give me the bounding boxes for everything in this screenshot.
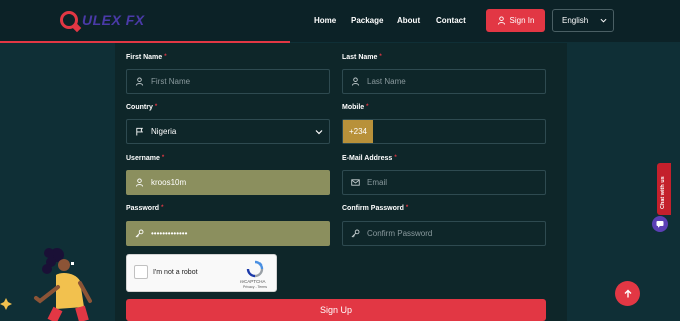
nav-package[interactable]: Package: [351, 16, 383, 25]
sign-in-label: Sign In: [509, 16, 535, 25]
email-label: E-Mail Address *: [342, 155, 397, 162]
sign-up-button[interactable]: Sign Up: [126, 299, 546, 321]
required-mark: *: [161, 205, 164, 211]
dial-code-prefix: +234: [343, 120, 373, 143]
required-mark: *: [405, 205, 409, 211]
user-icon: [351, 77, 360, 86]
chat-with-us-tab[interactable]: Chat with us: [657, 163, 671, 215]
required-mark: *: [366, 104, 369, 110]
chat-tab-label: Chat with us: [660, 176, 666, 209]
chat-icon: [656, 221, 664, 228]
required-mark: *: [164, 54, 167, 60]
chevron-down-icon: [315, 130, 323, 135]
recaptcha-terms-link[interactable]: Privacy - Terms: [243, 285, 267, 289]
username-label: Username *: [126, 155, 164, 162]
key-icon: [135, 229, 144, 238]
language-value: English: [562, 16, 589, 25]
username-label-text: Username: [126, 155, 160, 162]
password-value: •••••••••••••: [151, 229, 188, 238]
email-field[interactable]: Email: [342, 170, 546, 195]
logo-text: ULEX FX: [82, 12, 145, 28]
recaptcha-checkbox[interactable]: [134, 265, 148, 279]
first-name-placeholder: First Name: [151, 77, 191, 86]
email-label-text: E-Mail Address: [342, 155, 393, 162]
nav-contact[interactable]: Contact: [436, 16, 466, 25]
nav-home[interactable]: Home: [314, 16, 336, 25]
user-icon: [135, 178, 144, 187]
confirm-password-placeholder: Confirm Password: [367, 229, 433, 238]
sign-up-label: Sign Up: [319, 305, 353, 315]
username-value: kroos10m: [151, 178, 187, 187]
logo-icon: [60, 11, 78, 29]
password-label-text: Password: [126, 205, 160, 212]
mobile-label-text: Mobile: [342, 104, 365, 111]
recaptcha-logo-icon: [246, 260, 264, 278]
password-field[interactable]: •••••••••••••: [126, 221, 330, 246]
mobile-label: Mobile *: [342, 104, 369, 111]
last-name-placeholder: Last Name: [367, 77, 406, 86]
last-name-label: Last Name *: [342, 54, 382, 61]
chat-bubble-button[interactable]: [652, 216, 668, 232]
country-value: Nigeria: [151, 127, 177, 136]
last-name-field[interactable]: Last Name: [342, 69, 546, 94]
user-icon: [135, 77, 144, 86]
flag-icon: [136, 127, 143, 136]
nav-about[interactable]: About: [397, 16, 420, 25]
confirm-password-field[interactable]: Confirm Password: [342, 221, 546, 246]
recaptcha-label: I'm not a robot: [153, 269, 198, 276]
email-placeholder: Email: [367, 178, 388, 187]
first-name-field[interactable]: First Name: [126, 69, 330, 94]
arrow-up-icon: [624, 289, 631, 297]
country-select[interactable]: Nigeria: [126, 119, 330, 144]
confirm-password-label: Confirm Password *: [342, 205, 408, 212]
language-select[interactable]: English: [552, 9, 614, 32]
site-logo[interactable]: ULEX FX: [60, 11, 145, 29]
envelope-icon: [351, 179, 360, 186]
username-field[interactable]: kroos10m: [126, 170, 330, 195]
scroll-to-top-button[interactable]: [615, 281, 640, 306]
last-name-label-text: Last Name: [342, 54, 378, 61]
confirm-password-label-text: Confirm Password: [342, 205, 404, 212]
user-icon: [497, 16, 505, 25]
required-mark: *: [161, 155, 165, 161]
recaptcha-brand: reCAPTCHA: [240, 279, 266, 284]
country-label: Country *: [126, 104, 157, 111]
first-name-label: First Name *: [126, 54, 167, 61]
recaptcha-widget: I'm not a robot reCAPTCHA Privacy - Term…: [126, 254, 277, 292]
key-icon: [351, 229, 360, 238]
country-label-text: Country: [126, 104, 153, 111]
required-mark: *: [379, 54, 382, 60]
sign-in-button[interactable]: Sign In: [486, 9, 545, 32]
password-label: Password *: [126, 205, 163, 212]
chevron-down-icon: [600, 18, 607, 23]
required-mark: *: [394, 155, 397, 161]
mobile-field[interactable]: +234: [342, 119, 546, 144]
sparkle-icon: [0, 298, 12, 310]
first-name-label-text: First Name: [126, 54, 163, 61]
woman-illustration: [0, 248, 92, 321]
required-mark: *: [154, 104, 158, 110]
